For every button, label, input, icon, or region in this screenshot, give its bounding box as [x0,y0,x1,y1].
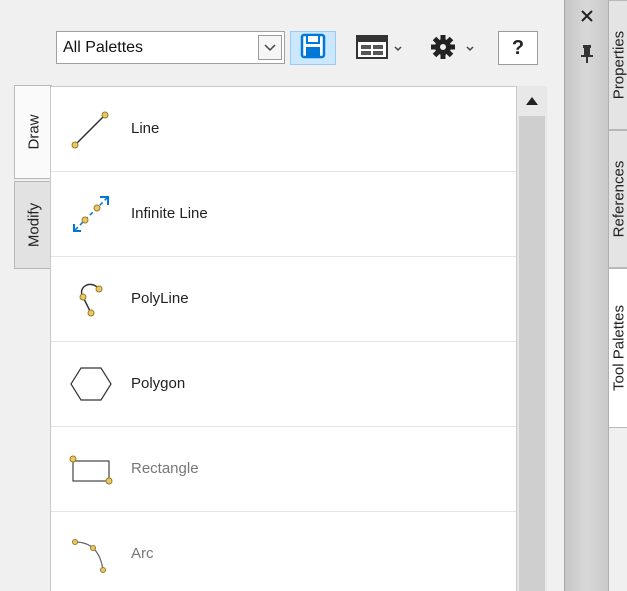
help-button[interactable]: ? [498,31,538,65]
gear-icon [427,32,483,67]
tab-draw-label: Draw [25,114,42,150]
tool-label-polygon: Polygon [131,375,186,392]
tool-item-infinite-line[interactable]: Infinite Line [51,172,516,257]
polyline-icon [69,277,113,321]
settings-button[interactable] [426,33,484,65]
tool-label-arc: Arc [131,545,154,562]
palette-side-tabs: Properties References Tool Palettes [608,0,627,591]
tab-properties-label: Properties [610,30,627,100]
scroll-thumb[interactable] [519,116,545,591]
tool-label-polyline: PolyLine [131,290,189,307]
list-scrollbar[interactable] [517,86,547,591]
arc-icon [69,532,113,576]
tab-properties[interactable]: Properties [609,0,627,130]
palette-dropdown-value: All Palettes [63,39,144,56]
tool-item-arc[interactable]: Arc [51,512,516,591]
tool-label-line: Line [131,120,160,137]
line-icon [69,107,113,151]
help-label: ? [511,36,525,59]
scroll-up-arrow-icon[interactable] [517,86,547,116]
save-icon [299,32,327,65]
tool-list: Line Infinite Line PolyLine Polygon Rect… [50,86,517,591]
pin-icon[interactable] [577,44,597,64]
palette-dropdown[interactable]: All Palettes [56,31,285,64]
chevron-down-icon[interactable] [258,35,282,60]
tab-draw[interactable]: Draw [14,85,52,179]
tab-references[interactable]: References [609,130,627,268]
tab-modify[interactable]: Modify [14,181,52,269]
save-palette-button[interactable] [290,31,336,65]
tool-item-polyline[interactable]: PolyLine [51,257,516,342]
polygon-icon [69,362,113,406]
tool-palette-window: All Palettes ? Draw Modify Line Infinite… [0,0,564,591]
tab-modify-label: Modify [25,202,42,248]
tool-label-rectangle: Rectangle [131,460,199,477]
rectangle-icon [69,447,113,491]
close-icon[interactable] [577,6,597,26]
tab-references-label: References [610,160,627,238]
tool-item-rectangle[interactable]: Rectangle [51,427,516,512]
view-options-icon [355,33,411,66]
palette-title-strip[interactable] [564,0,608,591]
tool-item-line[interactable]: Line [51,87,516,172]
tool-item-polygon[interactable]: Polygon [51,342,516,427]
tab-tool-palettes[interactable]: Tool Palettes [609,268,627,428]
tool-label-infinite-line: Infinite Line [131,205,208,222]
infinite-line-icon [69,192,113,236]
view-options-button[interactable] [353,34,413,64]
tab-tool-palettes-label: Tool Palettes [610,305,627,391]
